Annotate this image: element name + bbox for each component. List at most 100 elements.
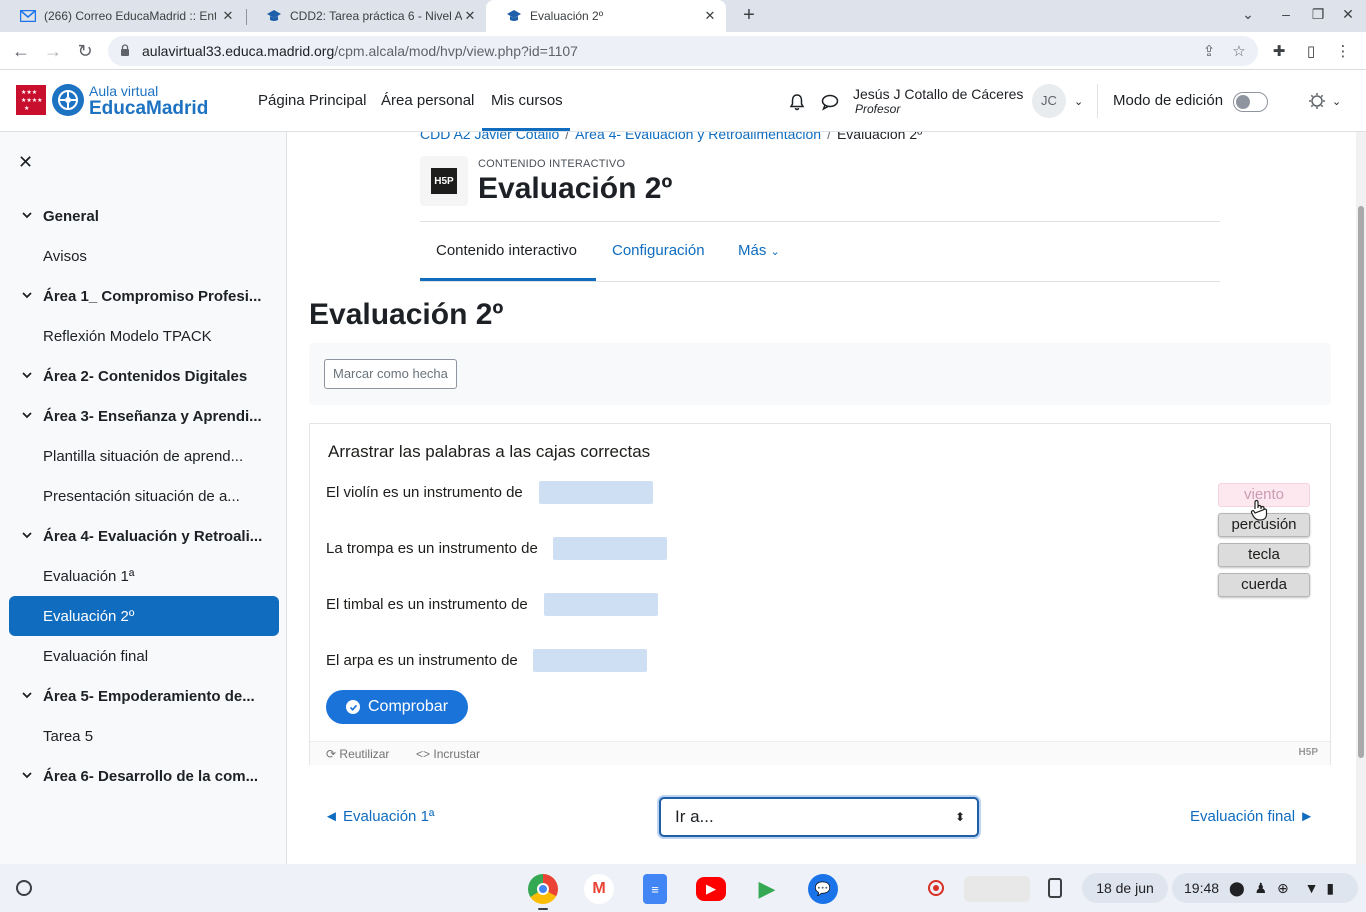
screen-record-icon[interactable] <box>928 880 944 896</box>
scrollbar-thumb[interactable] <box>1358 206 1364 758</box>
sidebar-section-area-5[interactable]: Área 5- Empoderamiento de... <box>9 676 279 716</box>
comunidad-madrid-logo[interactable]: ★★★ ★★★★ ★ <box>16 85 46 115</box>
close-tab-icon[interactable]: ✕ <box>462 8 478 24</box>
close-tab-icon[interactable]: ✕ <box>702 8 718 24</box>
sidebar-item-label: Evaluación final <box>43 647 149 665</box>
chrome-app-icon[interactable] <box>528 874 558 904</box>
minimize-icon[interactable]: – <box>1276 6 1296 22</box>
browser-tab-cdd2[interactable]: CDD2: Tarea práctica 6 - Nivel A ✕ <box>246 0 486 32</box>
breadcrumb-section[interactable]: Área 4- Evaluación y Retroalimentación <box>575 132 821 142</box>
tab-search-icon[interactable]: ⌄ <box>1238 6 1258 23</box>
sidebar-section-area-2[interactable]: Área 2- Contenidos Digitales <box>9 356 279 396</box>
user-name[interactable]: Jesús J Cotallo de Cáceres <box>853 86 1023 102</box>
previous-activity-link[interactable]: ◄ Evaluación 1ª <box>324 808 434 825</box>
sidebar-section-general[interactable]: General <box>9 196 279 236</box>
sidebar-item-presentacion[interactable]: Presentación situación de a... <box>9 476 279 516</box>
sidebar-item-evaluacion-final[interactable]: Evaluación final <box>9 636 279 676</box>
mark-as-done-button[interactable]: Marcar como hecha <box>324 359 457 389</box>
sidebar-item-reflexion-tpack[interactable]: Reflexión Modelo TPACK <box>9 316 279 356</box>
dropzone-3[interactable] <box>544 593 658 616</box>
chevron-down-icon[interactable]: ⌄ <box>1074 95 1083 108</box>
browser-tab-mail[interactable]: (266) Correo EducaMadrid :: Ent ✕ <box>0 0 244 32</box>
dropzone-4[interactable] <box>533 649 647 672</box>
chevron-down-icon[interactable] <box>21 409 33 421</box>
sentence-4: El arpa es un instrumento de <box>326 652 518 669</box>
avatar[interactable]: JC <box>1032 84 1066 118</box>
edit-mode-toggle[interactable] <box>1233 92 1268 112</box>
browser-menu-icon[interactable]: ⋮ <box>1334 43 1352 61</box>
sidebar-section-area-6[interactable]: Área 6- Desarrollo de la com... <box>9 756 279 796</box>
breadcrumb-current: Evaluación 2º <box>836 132 923 142</box>
nav-mis-cursos[interactable]: Mis cursos <box>491 92 563 109</box>
chevron-down-icon[interactable] <box>21 209 33 221</box>
sidebar-item-evaluacion-2[interactable]: Evaluación 2º <box>9 596 279 636</box>
phone-hub-icon[interactable] <box>1048 878 1062 898</box>
reuse-action[interactable]: ⟳ Reutilizar <box>326 747 389 761</box>
status-tray[interactable]: 19:48 ⬤ ♟ ⊕ ▼ ▮ <box>1172 873 1358 903</box>
h5p-logo[interactable]: H5P <box>1299 747 1318 758</box>
jump-to-select[interactable]: Ir a... ⬍ <box>659 797 979 837</box>
side-panel-icon[interactable]: ▯ <box>1302 43 1320 61</box>
sidebar-item-evaluacion-1[interactable]: Evaluación 1ª <box>9 556 279 596</box>
back-icon[interactable]: ← <box>10 40 32 62</box>
educamadrid-logo-icon[interactable] <box>52 84 84 116</box>
messages-icon[interactable] <box>820 92 840 112</box>
dropzone-1[interactable] <box>539 481 653 504</box>
sidebar-item-label: Avisos <box>43 247 87 265</box>
chevron-down-icon[interactable] <box>21 289 33 301</box>
draggable-word-tecla[interactable]: tecla <box>1218 543 1310 567</box>
chrome-center <box>537 883 549 895</box>
sidebar-section-area-4[interactable]: Área 4- Evaluación y Retroali... <box>9 516 279 556</box>
sidebar-item-avisos[interactable]: Avisos <box>9 236 279 276</box>
holding-space-thumbnail[interactable] <box>964 876 1030 902</box>
chevron-down-icon[interactable] <box>21 369 33 381</box>
breadcrumb-course[interactable]: CDD A2 Javier Cotallo <box>420 132 559 142</box>
reload-icon[interactable]: ↻ <box>74 40 96 62</box>
bookmark-star-icon[interactable]: ☆ <box>1230 43 1248 61</box>
extensions-icon[interactable]: ✚ <box>1270 43 1288 61</box>
embed-action[interactable]: <> Incrustar <box>416 747 480 761</box>
close-window-icon[interactable]: ✕ <box>1338 6 1358 23</box>
play-store-app-icon[interactable]: ▶ <box>752 874 782 904</box>
next-activity-link[interactable]: Evaluación final ► <box>1190 808 1314 825</box>
docs-app-icon[interactable]: ≡ <box>643 874 667 904</box>
launcher-icon[interactable] <box>16 880 32 896</box>
sidebar-item-tarea-5[interactable]: Tarea 5 <box>9 716 279 756</box>
chevron-down-icon[interactable] <box>21 529 33 541</box>
logo-title[interactable]: EducaMadrid <box>89 98 208 120</box>
close-tab-icon[interactable]: ✕ <box>220 8 236 24</box>
gmail-app-icon[interactable]: M <box>584 874 614 904</box>
chevron-down-icon[interactable] <box>21 689 33 701</box>
restore-icon[interactable]: ❐ <box>1308 6 1328 23</box>
check-button[interactable]: Comprobar <box>326 690 468 724</box>
nav-area-personal[interactable]: Área personal <box>381 92 474 109</box>
date-pill[interactable]: 18 de jun <box>1082 873 1168 903</box>
chevron-down-icon[interactable] <box>21 769 33 781</box>
share-icon[interactable]: ⇪ <box>1200 43 1218 61</box>
sidebar-section-area-3[interactable]: Área 3- Enseñanza y Aprendi... <box>9 396 279 436</box>
accessibility-settings-icon[interactable] <box>1307 91 1327 111</box>
youtube-app-icon[interactable]: ▶ <box>696 877 726 901</box>
dropzone-2[interactable] <box>553 537 667 560</box>
tab-configuracion[interactable]: Configuración <box>612 242 705 259</box>
reuse-label: Reutilizar <box>339 747 390 761</box>
nav-pagina-principal[interactable]: Página Principal <box>258 92 366 109</box>
forward-icon[interactable]: → <box>42 40 64 62</box>
sidebar-section-area-1[interactable]: Área 1_ Compromiso Profesi... <box>9 276 279 316</box>
address-bar[interactable]: aulavirtual33.educa.madrid.org/cpm.alcal… <box>108 36 1258 66</box>
close-drawer-icon[interactable]: ✕ <box>18 152 33 173</box>
draggable-word-cuerda[interactable]: cuerda <box>1218 573 1310 597</box>
url-text: aulavirtual33.educa.madrid.org/cpm.alcal… <box>142 43 578 59</box>
completion-info: Marcar como hecha <box>309 343 1331 405</box>
page-scrollbar[interactable] <box>1356 132 1366 864</box>
tab-mas[interactable]: Más ⌄ <box>738 242 780 259</box>
chevron-down-icon[interactable]: ⌄ <box>1332 95 1341 108</box>
divider <box>420 281 1220 282</box>
tab-contenido-interactivo[interactable]: Contenido interactivo <box>436 242 577 259</box>
chat-app-icon[interactable]: 💬 <box>808 874 838 904</box>
sidebar-item-plantilla[interactable]: Plantilla situación de aprend... <box>9 436 279 476</box>
h5p-question: Arrastrar las palabras a las cajas corre… <box>328 442 651 461</box>
browser-tab-evaluacion[interactable]: Evaluación 2º ✕ <box>486 0 726 32</box>
new-tab-button[interactable]: + <box>738 4 760 26</box>
bell-icon[interactable] <box>787 92 807 112</box>
